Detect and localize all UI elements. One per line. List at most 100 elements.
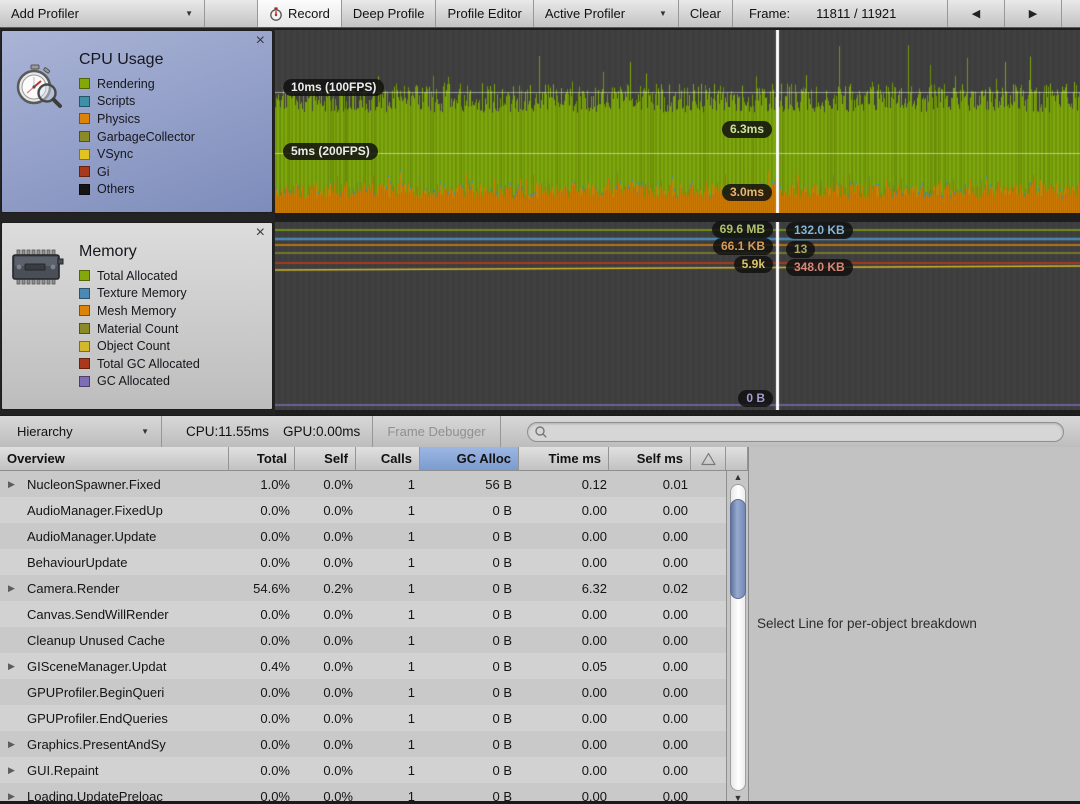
legend-swatch	[79, 131, 90, 143]
time-ms-value: 0.00	[581, 554, 607, 570]
gc-alloc-value: 0 B	[492, 762, 512, 778]
record-label: Record	[288, 6, 330, 21]
scroll-up-arrow[interactable]: ▲	[727, 472, 749, 482]
self-percent: 0.0%	[323, 710, 353, 726]
self-ms-value: 0.00	[662, 710, 688, 726]
memory-panel[interactable]: Memory × Total Allocated Texture Memory …	[1, 222, 273, 410]
cpu-usage-chart[interactable]	[275, 30, 1080, 213]
column-header-self-ms[interactable]: Self ms	[609, 447, 691, 471]
expand-triangle-icon[interactable]: ▶	[8, 739, 27, 750]
prev-frame-icon: ◀	[971, 8, 981, 20]
table-row[interactable]: ▶ GPUProfiler.EndQueries 0.0% 0.0% 1 0 B…	[0, 705, 726, 731]
function-name: Cleanup Unused Cache	[27, 632, 166, 648]
column-header-time-ms[interactable]: Time ms	[519, 447, 609, 471]
table-row[interactable]: ▶ GUI.Repaint 0.0% 0.0% 1 0 B 0.00 0.00	[0, 757, 726, 783]
legend-label: Total GC Allocated	[97, 356, 200, 371]
table-row[interactable]: ▶ Camera.Render 54.6% 0.2% 1 0 B 6.32 0.…	[0, 575, 726, 601]
profile-editor-button[interactable]: Profile Editor	[436, 0, 534, 27]
search-icon	[534, 425, 547, 438]
function-name: Camera.Render	[27, 580, 120, 596]
expand-triangle-icon[interactable]: ▶	[8, 583, 27, 594]
memory-legend-item[interactable]: Total Allocated	[79, 267, 200, 285]
memory-legend-item[interactable]: Object Count	[79, 337, 200, 355]
legend-label: Others	[97, 182, 135, 197]
memory-legend-item[interactable]: GC Allocated	[79, 373, 200, 391]
cpu-legend-item[interactable]: Rendering	[79, 75, 195, 93]
hierarchy-toolbar: Hierarchy ▼ CPU:11.55ms GPU:0.00ms Frame…	[0, 415, 1080, 447]
expand-triangle-icon[interactable]: ▶	[8, 479, 27, 490]
column-header-gc-alloc[interactable]: GC Alloc	[420, 447, 519, 471]
gridline-label-5ms: 5ms (200FPS)	[283, 143, 378, 160]
legend-label: Mesh Memory	[97, 303, 177, 318]
legend-swatch	[79, 95, 90, 107]
cpu-legend-item[interactable]: Gi	[79, 163, 195, 181]
cpu-usage-panel[interactable]: CPU Usage × Rendering Scripts Physics Ga…	[1, 30, 273, 213]
table-row[interactable]: ▶ Cleanup Unused Cache 0.0% 0.0% 1 0 B 0…	[0, 627, 726, 653]
frame-debugger-button[interactable]: Frame Debugger	[373, 424, 499, 439]
view-mode-dropdown[interactable]: Hierarchy ▼	[0, 416, 162, 447]
memory-legend-item[interactable]: Mesh Memory	[79, 302, 200, 320]
function-name: GISceneManager.Updat	[27, 658, 167, 674]
memory-legend-item[interactable]: Total GC Allocated	[79, 355, 200, 373]
chevron-down-icon: ▼	[141, 427, 149, 436]
deep-profile-button[interactable]: Deep Profile	[342, 0, 437, 27]
table-row[interactable]: ▶ AudioManager.FixedUp 0.0% 0.0% 1 0 B 0…	[0, 497, 726, 523]
total-percent: 0.0%	[260, 710, 290, 726]
profile-editor-label: Profile Editor	[447, 6, 522, 21]
column-header-self[interactable]: Self	[295, 447, 356, 471]
add-profiler-dropdown[interactable]: Add Profiler ▼	[0, 0, 205, 27]
column-header-total[interactable]: Total	[229, 447, 295, 471]
table-row[interactable]: ▶ BehaviourUpdate 0.0% 0.0% 1 0 B 0.00 0…	[0, 549, 726, 575]
stopwatch-icon	[16, 64, 62, 108]
cpu-legend-item[interactable]: Physics	[79, 110, 195, 128]
memory-chart[interactable]	[275, 222, 1080, 410]
memory-legend-item[interactable]: Texture Memory	[79, 285, 200, 303]
column-header-warnings[interactable]	[691, 447, 726, 471]
frame-counter: Frame: 11811 / 11921	[733, 0, 907, 27]
column-header-calls[interactable]: Calls	[356, 447, 420, 471]
close-icon[interactable]: ×	[256, 33, 265, 49]
function-name: GUI.Repaint	[27, 762, 99, 778]
prev-frame-button[interactable]: ◀	[947, 0, 1004, 27]
next-frame-button[interactable]: ▶	[1004, 0, 1062, 27]
total-percent: 0.0%	[260, 684, 290, 700]
cpu-legend-item[interactable]: Scripts	[79, 93, 195, 111]
memory-legend-item[interactable]: Material Count	[79, 320, 200, 338]
table-row[interactable]: ▶ GPUProfiler.BeginQueri 0.0% 0.0% 1 0 B…	[0, 679, 726, 705]
time-ms-value: 0.00	[581, 606, 607, 622]
table-row[interactable]: ▶ GISceneManager.Updat 0.4% 0.0% 1 0 B 0…	[0, 653, 726, 679]
memory-legend: Total Allocated Texture Memory Mesh Memo…	[79, 267, 200, 390]
legend-label: Physics	[97, 111, 141, 126]
column-header-overview[interactable]: Overview	[0, 447, 229, 471]
cpu-legend-item[interactable]: VSync	[79, 145, 195, 163]
scrollbar-thumb[interactable]	[730, 499, 746, 599]
memory-chip-icon	[12, 249, 64, 285]
table-row[interactable]: ▶ Canvas.SendWillRender 0.0% 0.0% 1 0 B …	[0, 601, 726, 627]
table-row[interactable]: ▶ AudioManager.Update 0.0% 0.0% 1 0 B 0.…	[0, 523, 726, 549]
gc-alloc-value: 0 B	[492, 606, 512, 622]
clear-button[interactable]: Clear	[679, 0, 733, 27]
record-button[interactable]: Record	[257, 0, 342, 27]
function-name: GPUProfiler.EndQueries	[27, 710, 168, 726]
expand-triangle-icon[interactable]: ▶	[8, 765, 27, 776]
selected-frame-rendering-ms: 6.3ms	[721, 121, 772, 138]
cpu-time-value: CPU:11.55ms	[186, 424, 270, 439]
table-scrollbar[interactable]: ▲ ▼	[726, 471, 748, 804]
close-icon[interactable]: ×	[256, 225, 265, 241]
table-row[interactable]: ▶ NucleonSpawner.Fixed 1.0% 0.0% 1 56 B …	[0, 471, 726, 497]
search-input[interactable]	[526, 421, 1064, 442]
active-profiler-dropdown[interactable]: Active Profiler ▼	[534, 0, 679, 27]
detail-placeholder-message: Select Line for per-object breakdown	[757, 616, 977, 631]
function-name: BehaviourUpdate	[27, 554, 128, 570]
expand-triangle-icon[interactable]: ▶	[8, 661, 27, 672]
memory-value-label: 69.6 MB	[711, 221, 773, 238]
cpu-legend-item[interactable]: Others	[79, 181, 195, 199]
gc-alloc-value: 56 B	[485, 476, 512, 492]
cpu-legend-item[interactable]: GarbageCollector	[79, 128, 195, 146]
cpu-panel-title: CPU Usage	[79, 51, 164, 68]
expand-triangle-icon[interactable]: ▶	[8, 791, 27, 802]
calls-count: 1	[407, 528, 415, 544]
table-row[interactable]: ▶ Graphics.PresentAndSy 0.0% 0.0% 1 0 B …	[0, 731, 726, 757]
calls-count: 1	[407, 658, 415, 674]
time-ms-value: 0.00	[581, 762, 607, 778]
